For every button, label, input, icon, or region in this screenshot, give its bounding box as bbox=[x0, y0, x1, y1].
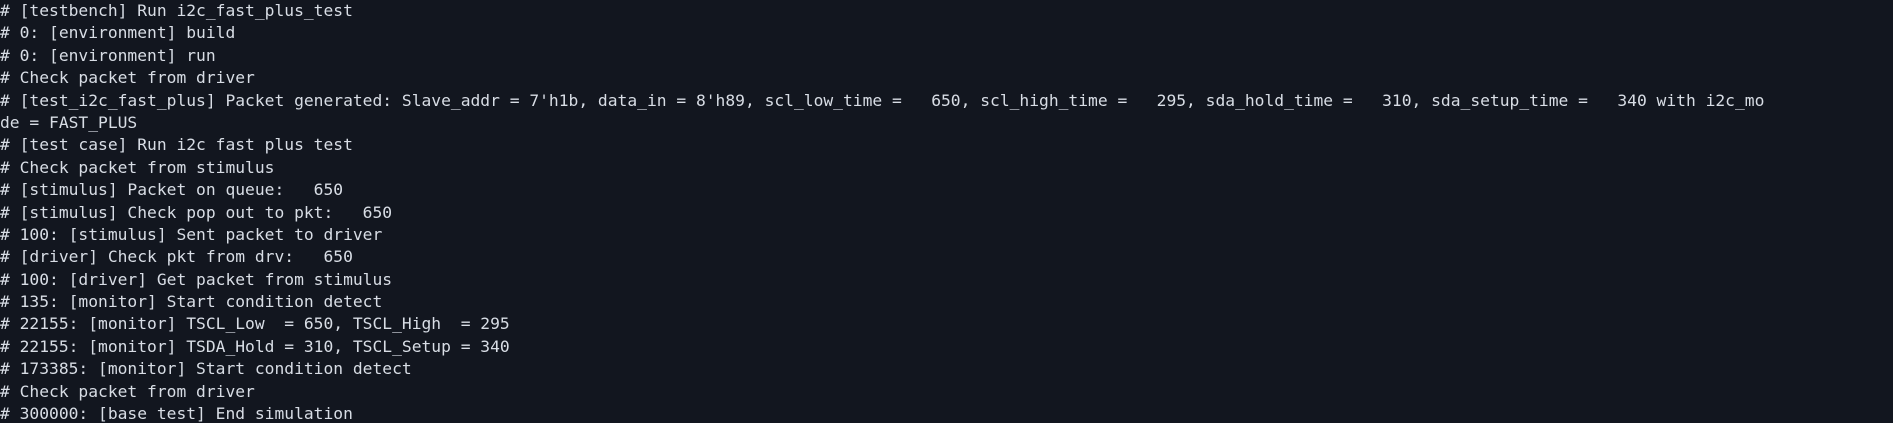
console-line: # [testbench] Run i2c_fast_plus_test bbox=[0, 1, 353, 20]
console-line: # 100: [driver] Get packet from stimulus bbox=[0, 269, 393, 289]
console-line: # [test case] Run i2c fast plus test bbox=[0, 135, 353, 155]
console-output[interactable]: # [testbench] Run i2c_fast_plus_test # 0… bbox=[0, 0, 1893, 423]
console-line: # Check packet from driver bbox=[0, 68, 255, 88]
console-line: # [test_i2c_fast_plus] Packet generated:… bbox=[0, 90, 1765, 110]
console-line: # 135: [monitor] Start condition detect bbox=[0, 292, 383, 312]
console-line: # Check packet from driver bbox=[0, 381, 255, 401]
console-line: # 300000: [base test] End simulation bbox=[0, 404, 353, 423]
console-line: # [stimulus] Check pop out to pkt: 650 bbox=[0, 202, 393, 222]
console-line: de = FAST_PLUS bbox=[0, 112, 138, 132]
console-line: # 22155: [monitor] TSDA_Hold = 310, TSCL… bbox=[0, 336, 510, 356]
console-line: # 173385: [monitor] Start condition dete… bbox=[0, 359, 412, 379]
console-line: # Check packet from stimulus bbox=[0, 157, 275, 177]
console-line: # 0: [environment] run bbox=[0, 45, 216, 65]
console-line: # [driver] Check pkt from drv: 650 bbox=[0, 247, 353, 267]
console-line: # 22155: [monitor] TSCL_Low = 650, TSCL_… bbox=[0, 314, 510, 334]
console-line: # 100: [stimulus] Sent packet to driver bbox=[0, 224, 383, 244]
console-line: # [stimulus] Packet on queue: 650 bbox=[0, 180, 344, 200]
console-line: # 0: [environment] build bbox=[0, 23, 236, 43]
